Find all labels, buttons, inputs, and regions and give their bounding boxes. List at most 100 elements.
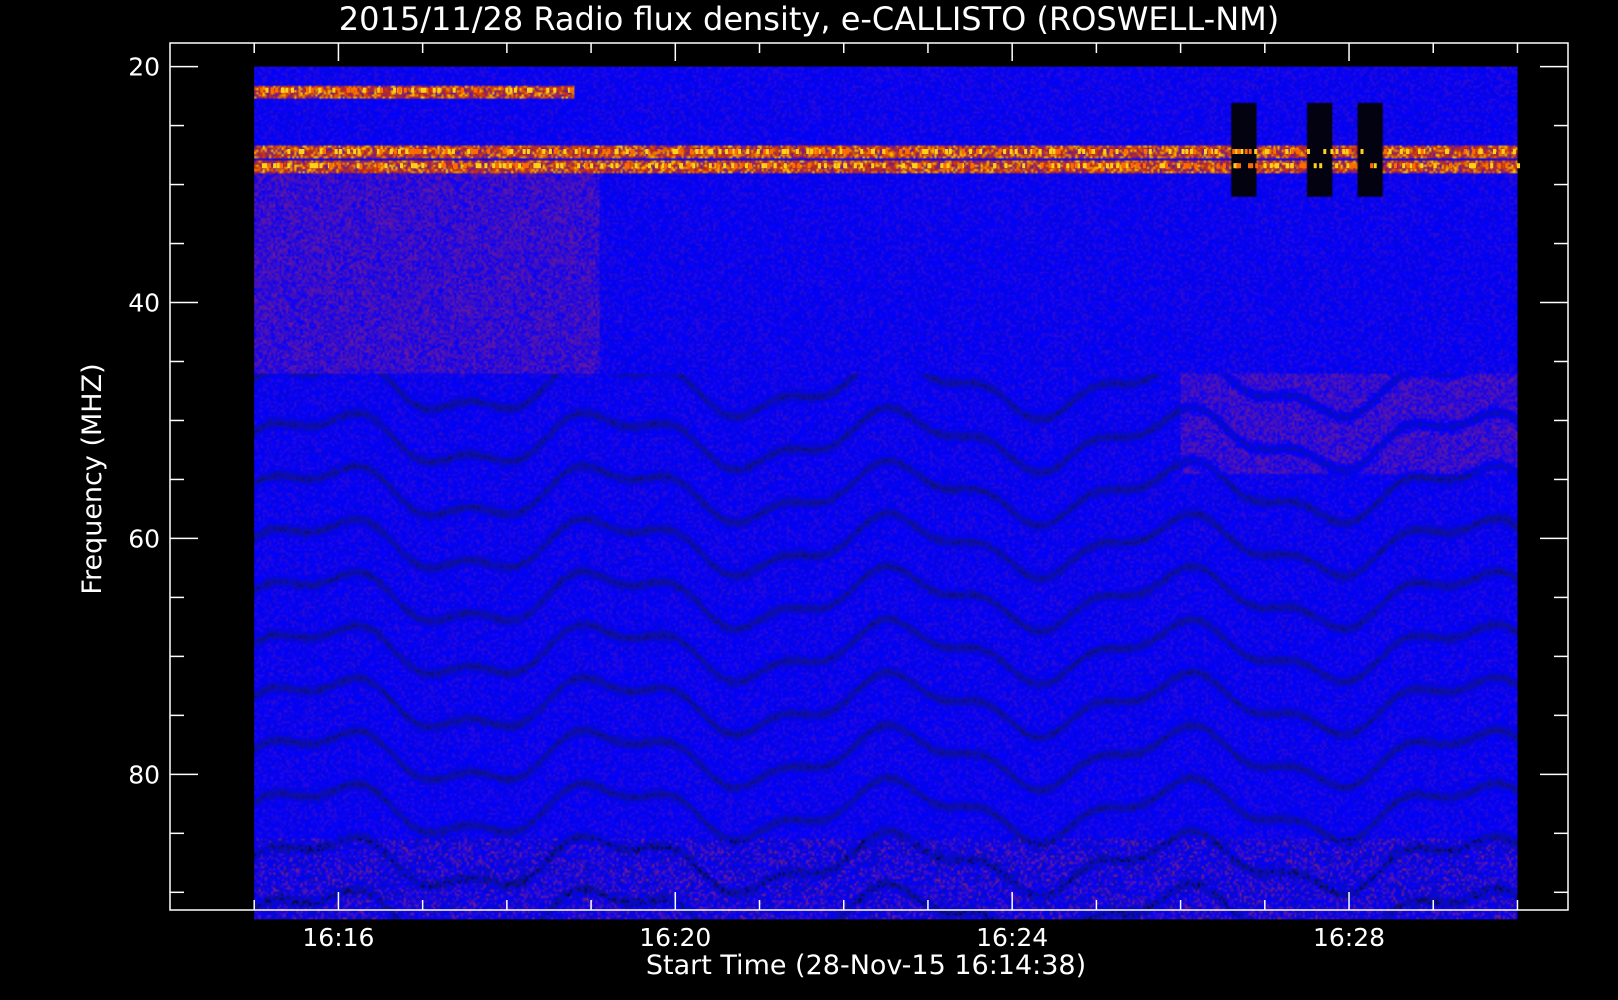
interference-speck [1135,163,1139,169]
interference-speck [405,149,409,154]
interference-speck [899,149,903,154]
interference-speck [438,163,442,169]
interference-speck [729,149,733,154]
interference-speck [533,163,537,169]
interference-speck [833,163,837,169]
interference-speck [546,87,550,93]
interference-speck [782,149,786,154]
interference-speck [1159,163,1163,169]
interference-speck [1038,149,1042,154]
interference-speck [329,163,332,169]
interference-speck [586,149,590,154]
interference-speck [773,163,777,169]
interference-speck [882,163,886,169]
spectrogram-chart: 2015/11/28 Radio flux density, e-CALLIST… [0,0,1618,1000]
interference-speck [475,149,479,154]
interference-speck [600,163,604,169]
interference-speck [1345,149,1349,154]
interference-speck [1266,149,1270,154]
interference-speck [715,163,719,169]
interference-speck [969,149,973,154]
interference-speck [837,163,841,169]
interference-speck [1125,163,1129,169]
y-tick-label: 80 [128,760,160,789]
interference-speck [522,149,526,154]
interference-speck [946,163,950,169]
interference-speck [421,163,425,169]
interference-speck [817,163,821,169]
interference-speck [807,163,811,169]
interference-speck [356,163,360,169]
interference-speck [452,87,456,93]
interference-speck [1254,149,1258,154]
interference-speck [1222,163,1226,169]
interference-speck [377,163,381,169]
interference-speck [379,87,383,93]
interference-speck [1003,149,1007,154]
interference-speck [584,163,588,169]
interference-speck [522,163,526,169]
interference-speck [478,163,482,169]
interference-speck [860,163,864,169]
interference-speck [338,149,342,154]
y-axis-label: Frequency (MHZ) [77,363,108,594]
interference-speck [347,87,351,93]
interference-speck [594,149,598,154]
interference-speck [285,87,289,93]
interference-speck [1204,149,1207,154]
interference-speck [1402,163,1406,169]
interference-speck [553,149,557,154]
interference-speck [1014,149,1018,154]
interference-speck [870,149,874,154]
interference-speck [414,149,418,154]
interference-speck [1420,149,1424,154]
interference-speck [319,149,323,154]
interference-speck [451,149,455,154]
interference-speck [423,149,427,154]
interference-speck [928,163,932,169]
interference-speck [1418,149,1421,154]
interference-speck [400,163,403,169]
interference-speck [1285,149,1289,154]
x-axis-label: Start Time (28-Nov-15 16:14:38) [646,950,1086,981]
interference-speck [1373,163,1377,169]
interference-speck [631,149,635,154]
x-tick-label: 16:28 [1313,923,1385,952]
interference-speck [602,149,606,154]
interference-speck [914,163,918,169]
interference-speck [260,87,264,93]
interference-speck [337,163,341,169]
interference-speck [1319,163,1323,169]
interference-speck [463,163,467,169]
interference-speck [1512,149,1516,154]
interference-speck [853,163,857,169]
interference-speck [786,149,790,154]
interference-speck [695,149,699,154]
interference-speck [1449,163,1452,169]
y-tick-label: 60 [128,524,160,553]
interference-speck [578,149,582,154]
interference-speck [610,163,614,169]
interference-speck [1469,163,1473,169]
interference-speck [1302,163,1306,169]
interference-speck [1255,163,1259,169]
interference-speck [1142,163,1146,169]
interference-speck [970,163,974,169]
interference-speck [816,149,820,154]
interference-speck [467,149,471,154]
interference-speck [301,149,305,154]
interference-speck [389,149,393,154]
interference-speck [1490,163,1494,169]
interference-speck [1183,163,1187,169]
interference-speck [725,149,729,154]
interference-speck [885,149,889,154]
interference-speck [1148,149,1152,154]
interference-speck [1350,163,1354,169]
interference-speck [917,163,921,169]
interference-speck [264,163,268,169]
interference-speck [357,149,361,154]
interference-speck [976,149,980,154]
interference-speck [959,163,963,169]
interference-speck [922,149,926,154]
x-tick-label: 16:24 [976,923,1048,952]
